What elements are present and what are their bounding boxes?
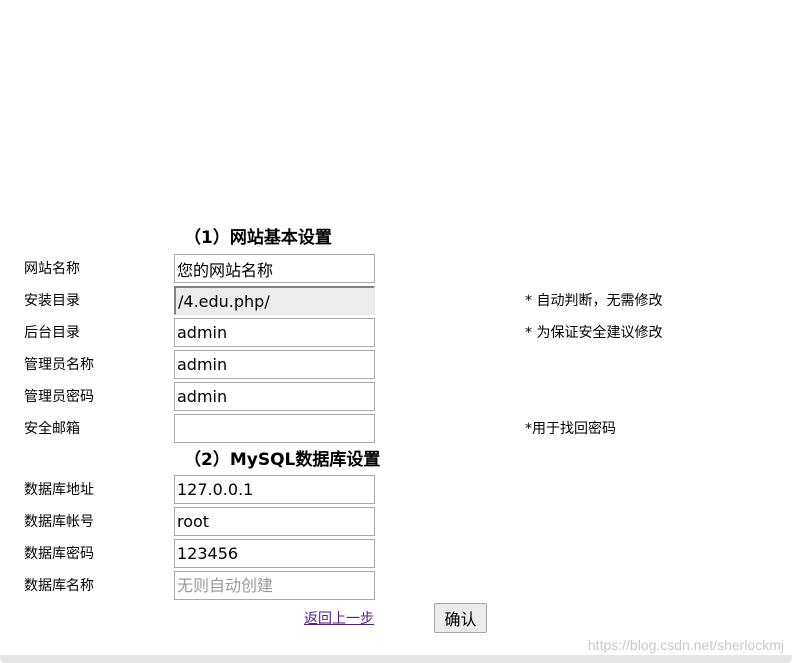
site-name-field[interactable] [174, 254, 375, 283]
section-title-site-basic: （1）网站基本设置 [184, 228, 332, 248]
admin-dir-field[interactable] [174, 318, 375, 347]
watermark: https://blog.csdn.net/sherlockmj [587, 637, 784, 653]
install-dir-field[interactable] [174, 286, 375, 315]
confirm-button[interactable]: 确认 [434, 603, 487, 633]
label-db-host: 数据库地址 [24, 482, 94, 498]
db-host-field[interactable] [174, 475, 375, 504]
label-db-name: 数据库名称 [24, 578, 94, 594]
admin-password-field[interactable] [174, 382, 375, 411]
db-user-field[interactable] [174, 507, 375, 536]
label-site-name: 网站名称 [24, 261, 80, 277]
label-security-email: 安全邮箱 [24, 421, 80, 437]
db-password-field[interactable] [174, 539, 375, 568]
label-admin-dir: 后台目录 [24, 325, 80, 341]
label-admin-name: 管理员名称 [24, 357, 94, 373]
section-title-mysql: （2）MySQL数据库设置 [184, 450, 381, 470]
security-email-field[interactable] [174, 414, 375, 443]
note-install-dir: * 自动判断，无需修改 [525, 293, 663, 309]
note-security-email: *用于找回密码 [525, 421, 616, 437]
note-admin-dir: * 为保证安全建议修改 [525, 325, 663, 341]
db-name-field[interactable] [174, 571, 375, 600]
page-bottom-edge [0, 655, 792, 663]
label-install-dir: 安装目录 [24, 293, 80, 309]
label-db-password: 数据库密码 [24, 546, 94, 562]
label-admin-password: 管理员密码 [24, 389, 94, 405]
admin-name-field[interactable] [174, 350, 375, 379]
label-db-user: 数据库帐号 [24, 514, 94, 530]
back-link[interactable]: 返回上一步 [304, 610, 374, 628]
